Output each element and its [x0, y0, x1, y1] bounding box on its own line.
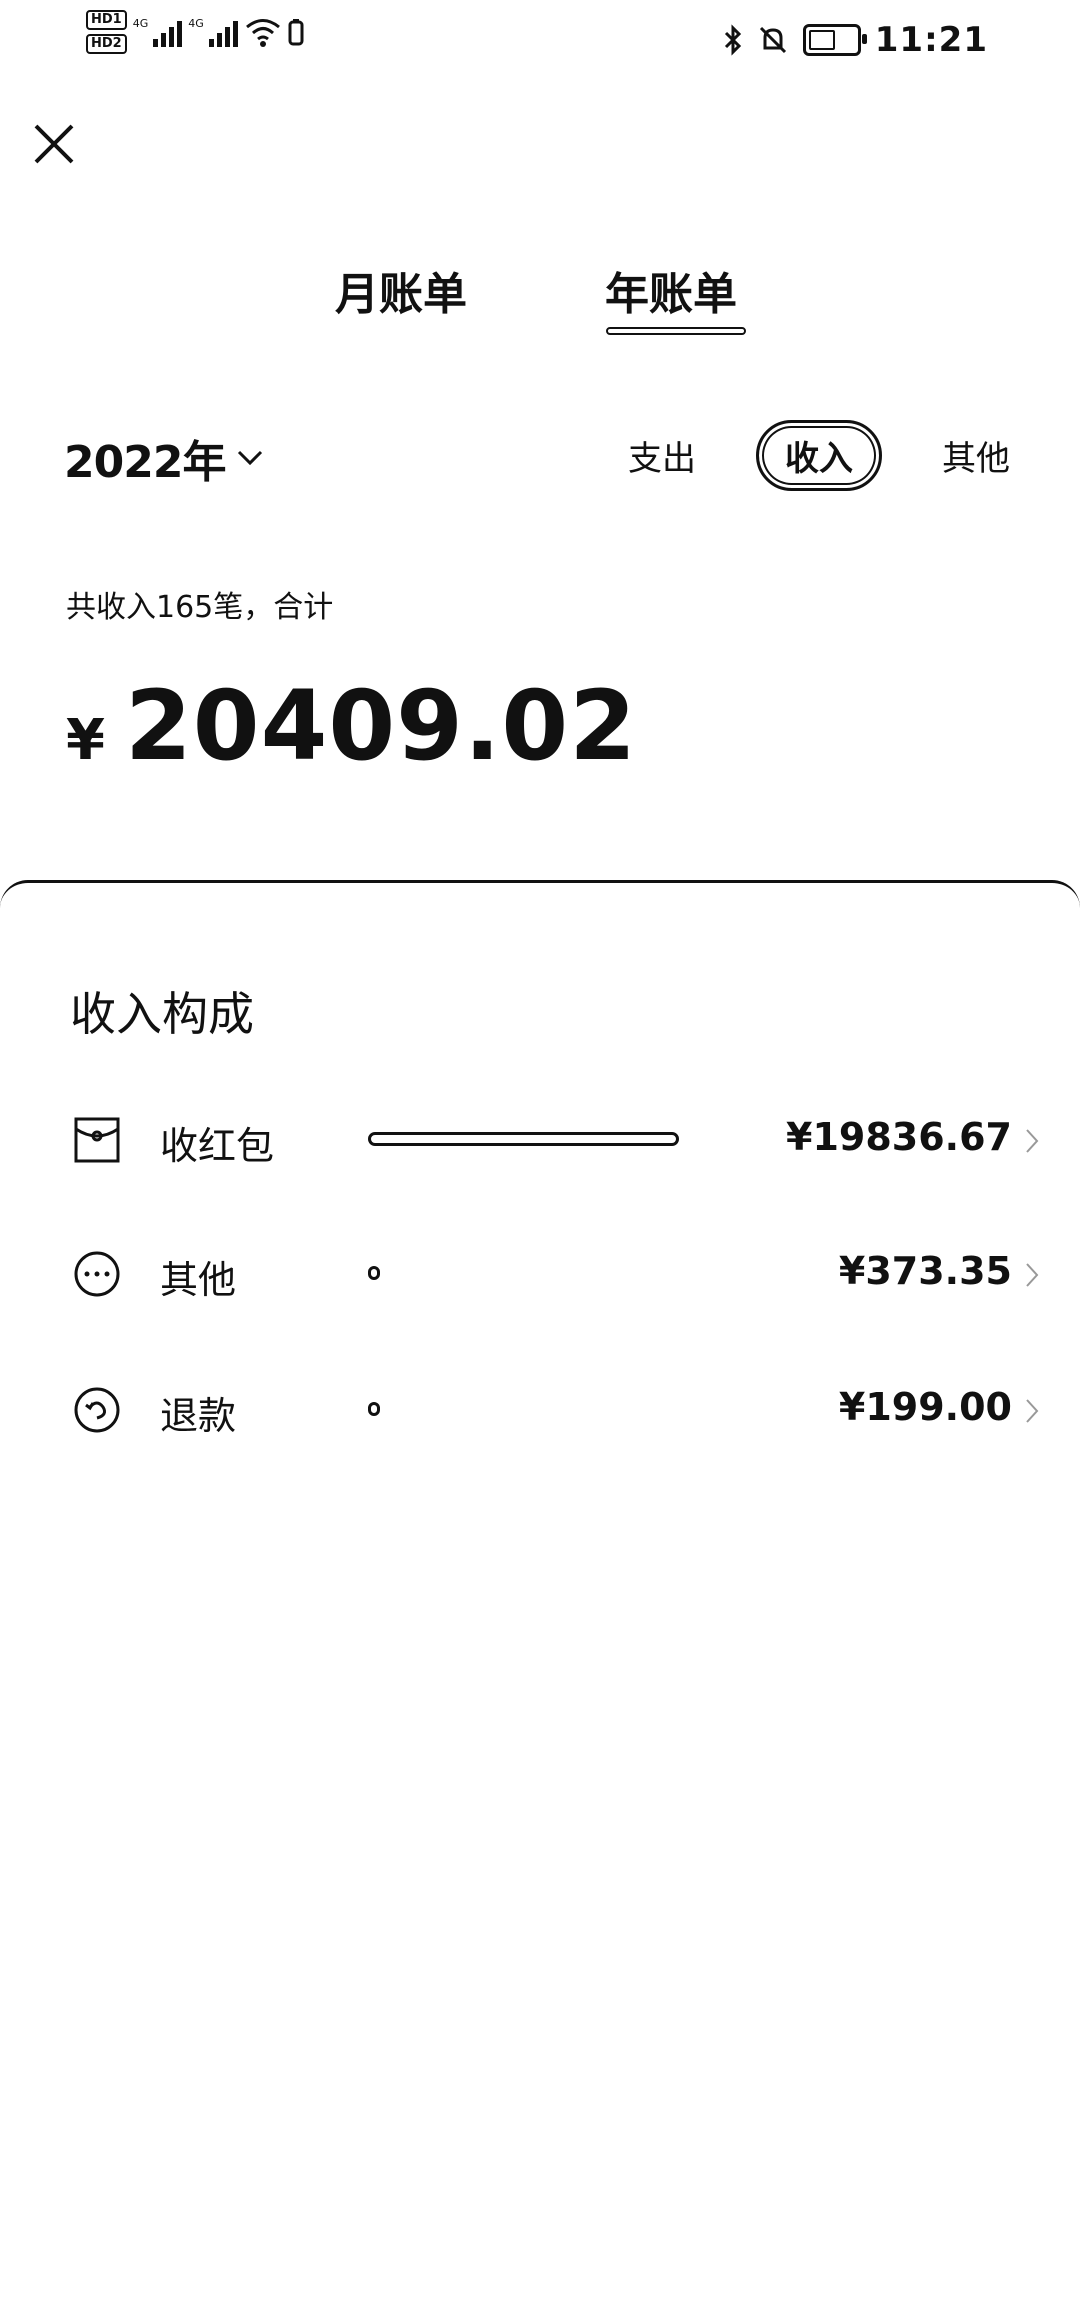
share-bar: [368, 1402, 380, 1416]
chevron-right-icon: [1026, 1129, 1039, 1153]
hd1-badge: HD1: [86, 10, 127, 30]
hd2-badge: HD2: [86, 34, 127, 54]
filter-expense[interactable]: 支出: [628, 431, 696, 480]
year-filter-row: 2022年 支出 收入 其他: [0, 420, 1080, 491]
hd-indicators: HD1 HD2: [86, 10, 127, 54]
currency-symbol: ¥: [66, 708, 105, 773]
income-row-red-envelope[interactable]: 收红包 ¥19836.67: [0, 1101, 1080, 1181]
battery-icon: [802, 24, 867, 56]
row-amount: ¥19836.67: [786, 1115, 1012, 1159]
filter-income[interactable]: 收入: [756, 420, 882, 491]
tab-year-bill[interactable]: 年账单: [605, 258, 737, 322]
row-amount: ¥373.35: [838, 1249, 1012, 1293]
bell-off-icon: [759, 26, 786, 54]
row-label: 收红包: [160, 1124, 275, 1168]
status-bar: HD1 HD2 4G 4G 11:21: [0, 0, 1080, 80]
card-title: 收入构成: [70, 987, 254, 1041]
row-label: 退款: [160, 1394, 237, 1438]
clock: 11:21: [874, 20, 988, 60]
signal-2-icon: 4G: [188, 17, 238, 47]
sim-icon: [288, 19, 304, 46]
signal-1-icon: 4G: [133, 17, 183, 47]
refund-icon: [74, 1387, 120, 1433]
more-dots-icon: [74, 1251, 120, 1297]
share-bar: [368, 1132, 679, 1146]
share-bar: [368, 1266, 380, 1280]
chevron-right-icon: [1026, 1263, 1039, 1287]
summary-text: 共收入165笔，合计: [66, 590, 334, 625]
year-dropdown[interactable]: 2022年: [64, 426, 265, 490]
close-icon[interactable]: [28, 118, 80, 170]
bluetooth-icon: [724, 24, 741, 56]
status-right: 11:21: [723, 20, 988, 60]
active-tab-indicator: [606, 327, 746, 335]
net1-label: 4G: [132, 17, 149, 30]
chevron-right-icon: [1026, 1399, 1039, 1423]
row-amount: ¥199.00: [838, 1385, 1012, 1429]
amount-value: 20409.02: [124, 670, 638, 782]
income-composition-card: 收入构成 收红包 ¥19836.67 其他 ¥373.35 退款 ¥199.00: [0, 880, 1080, 2315]
total-amount: ¥ 20409.02: [66, 670, 637, 782]
net2-label: 4G: [188, 17, 204, 30]
wifi-icon: [245, 19, 280, 47]
row-label: 其他: [160, 1258, 237, 1302]
income-row-refund[interactable]: 退款 ¥199.00: [0, 1371, 1080, 1451]
red-envelope-icon: [74, 1117, 120, 1163]
type-filter: 支出 收入 其他: [628, 420, 1010, 491]
chevron-down-icon: [238, 450, 263, 466]
tab-month-bill[interactable]: 月账单: [335, 258, 467, 322]
bill-tabs: 月账单 年账单: [0, 252, 1080, 342]
status-left: HD1 HD2 4G 4G: [86, 10, 304, 54]
filter-other[interactable]: 其他: [942, 431, 1010, 480]
income-row-other[interactable]: 其他 ¥373.35: [0, 1235, 1080, 1315]
year-label: 2022年: [64, 437, 226, 488]
